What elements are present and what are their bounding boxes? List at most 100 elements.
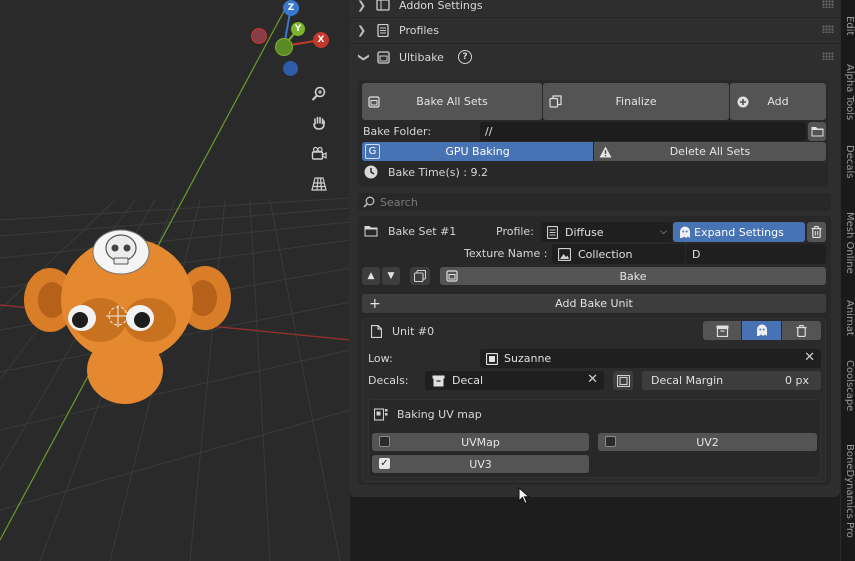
tab-animat[interactable]: Animat — [842, 300, 855, 350]
tab-mesh-online-label: Mesh Online — [844, 212, 855, 274]
finalize-button[interactable]: Finalize — [543, 83, 729, 120]
search-placeholder: Search — [380, 195, 418, 209]
profiles-header[interactable]: ❯ Profiles — [349, 17, 840, 43]
bake-set-title: Bake Set #1 — [388, 225, 457, 238]
tab-edit[interactable]: Edit — [842, 16, 855, 50]
move-down-button[interactable]: ▼ — [382, 267, 400, 285]
tab-mesh-online[interactable]: Mesh Online — [842, 212, 855, 290]
folder-browse-button[interactable] — [808, 122, 826, 141]
search-input[interactable]: Search — [358, 193, 831, 211]
duplicate-set-button[interactable] — [410, 267, 430, 285]
gizmo-lines — [283, 6, 322, 47]
grid-perspective-icon[interactable] — [308, 173, 330, 195]
texture-name-label: Texture Name : — [464, 247, 548, 260]
profile-dropdown[interactable]: Diffuse ⌵ — [541, 222, 672, 242]
add-button[interactable]: Add — [730, 83, 826, 120]
ultibake-header[interactable]: ❯ Ultibake ? — [349, 44, 840, 70]
bake-set-button[interactable]: Bake — [440, 267, 826, 285]
mouse-cursor-icon — [518, 487, 530, 505]
gizmo-z-axis[interactable]: Z — [283, 0, 299, 16]
search-icon — [362, 195, 376, 209]
bake-all-sets-button[interactable]: Bake All Sets — [362, 83, 542, 120]
gizmo-neg-x-axis[interactable] — [251, 28, 267, 44]
clock-icon — [364, 165, 378, 179]
uv-map-toggle-uv3[interactable]: ✓ UV3 — [372, 455, 589, 473]
checkbox — [379, 436, 390, 447]
tab-bonedynamics-pro[interactable]: BoneDynamics Pro — [842, 444, 855, 556]
3d-viewport[interactable]: Z Y X — [0, 0, 350, 561]
camera-icon[interactable] — [308, 143, 330, 165]
folder-icon — [810, 125, 824, 139]
trash-icon — [810, 225, 824, 239]
drag-grip-icon[interactable] — [822, 52, 834, 60]
texture-name-value: D — [692, 247, 701, 261]
drag-grip-icon[interactable] — [822, 0, 834, 8]
expand-settings-button[interactable]: Expand Settings — [673, 222, 805, 242]
chevron-right-icon: ❯ — [357, 0, 367, 12]
hand-pan-icon[interactable] — [308, 112, 330, 134]
decal-margin-field[interactable]: Decal Margin 0 px — [642, 371, 821, 390]
texture-name-field[interactable]: D — [686, 244, 826, 264]
ghost-icon — [678, 225, 692, 239]
gpu-icon: G — [365, 144, 380, 159]
clear-low-icon[interactable]: ✕ — [804, 351, 815, 364]
delete-all-sets-button[interactable]: Delete All Sets — [594, 142, 826, 161]
tab-coolscape[interactable]: Coolscape — [842, 360, 855, 434]
tab-decals-label: Decals — [844, 145, 855, 179]
unit-delete-button[interactable] — [782, 321, 821, 340]
decal-margin-value: 0 px — [785, 374, 809, 387]
document-list-icon — [545, 225, 559, 239]
chevron-down-icon: ⌵ — [660, 227, 667, 237]
gizmo-neg-z-axis[interactable] — [283, 61, 298, 76]
gizmo-x-label: X — [317, 35, 325, 45]
chevron-right-icon: ❯ — [357, 23, 367, 37]
uv3-label: UV3 — [469, 457, 492, 471]
low-object-field[interactable]: Suzanne ✕ — [480, 349, 821, 368]
document-list-icon — [375, 23, 391, 37]
ultibake-label: Ultibake — [399, 50, 444, 64]
unit-title: Unit #0 — [392, 325, 435, 338]
checkbox — [605, 436, 616, 447]
uv-map-toggle-uvmap[interactable]: UVMap — [372, 433, 589, 451]
unit-archive-button[interactable] — [703, 321, 741, 340]
gizmo-y-axis[interactable]: Y — [291, 22, 305, 36]
clear-decals-icon[interactable]: ✕ — [587, 373, 598, 386]
tab-edit-label: Edit — [844, 16, 855, 36]
gpu-key-label: G — [368, 146, 377, 157]
gizmo-neg-y-axis[interactable] — [275, 38, 293, 56]
decals-collection-field[interactable]: Decal ✕ — [425, 371, 604, 390]
folder-icon — [364, 224, 378, 238]
decal-select-button[interactable] — [613, 371, 633, 390]
expand-settings-label: Expand Settings — [694, 225, 784, 239]
collection-box-icon — [431, 374, 445, 388]
delete-all-sets-label: Delete All Sets — [669, 145, 751, 158]
profile-label: Profile: — [496, 225, 534, 238]
decal-margin-label: Decal Margin — [651, 374, 724, 387]
move-up-button[interactable]: ▲ — [362, 267, 380, 285]
texture-collection-field[interactable]: Collection — [552, 244, 685, 264]
low-object-value: Suzanne — [504, 352, 552, 365]
bake-folder-value: // — [485, 125, 493, 138]
add-bake-unit-button[interactable]: + Add Bake Unit — [362, 294, 826, 313]
image-icon — [557, 247, 571, 261]
decals-collection-value: Decal — [452, 374, 484, 387]
unit-ghost-toggle[interactable] — [742, 321, 781, 340]
bake-time-text: Bake Time(s) : 9.2 — [388, 166, 488, 179]
help-icon[interactable]: ? — [457, 50, 472, 64]
mesh-object-icon — [485, 352, 499, 366]
addon-settings-header[interactable]: ❯ Addon Settings — [349, 0, 840, 18]
sidebar-tabs: Edit Alpha Tools Decals Mesh Online Anim… — [840, 0, 855, 561]
bake-folder-field[interactable]: // — [480, 122, 806, 141]
warning-icon — [598, 145, 612, 159]
gizmo-x-axis[interactable]: X — [313, 32, 329, 48]
tab-alpha-tools[interactable]: Alpha Tools — [842, 64, 855, 128]
uv-map-toggle-uv2[interactable]: UV2 — [598, 433, 817, 451]
tab-decals[interactable]: Decals — [842, 145, 855, 197]
tab-coolscape-label: Coolscape — [844, 360, 855, 412]
copy-icon — [548, 95, 562, 109]
drag-grip-icon[interactable] — [822, 25, 834, 33]
gpu-baking-toggle[interactable]: G GPU Baking — [362, 142, 593, 161]
zoom-icon[interactable] — [308, 83, 330, 105]
gpu-baking-label: GPU Baking — [445, 145, 510, 158]
delete-bake-set-button[interactable] — [807, 222, 826, 242]
